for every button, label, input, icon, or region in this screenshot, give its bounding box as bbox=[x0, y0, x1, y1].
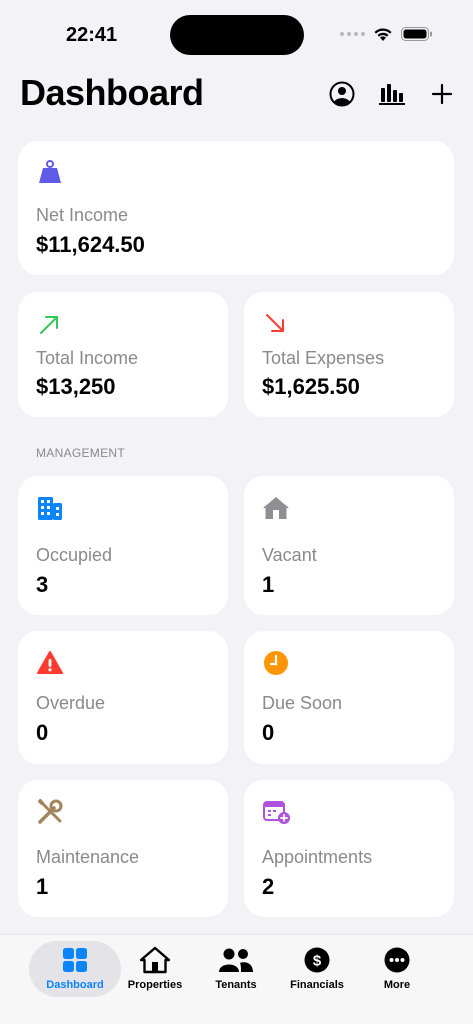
status-bar: 22:41 bbox=[0, 0, 473, 60]
tab-more[interactable]: More bbox=[352, 941, 442, 997]
arrow-down-right-icon bbox=[262, 310, 290, 338]
dollar-icon: $ bbox=[304, 945, 330, 975]
due-soon-label: Due Soon bbox=[262, 693, 343, 713]
tab-label: Properties bbox=[127, 979, 183, 991]
wifi-icon bbox=[374, 28, 392, 41]
tab-dashboard[interactable]: Dashboard bbox=[29, 941, 121, 997]
vacant-card[interactable]: Vacant 1 bbox=[244, 476, 454, 615]
total-expenses-card[interactable]: Total Expenses $1,625.50 bbox=[244, 292, 454, 417]
due-soon-card[interactable]: Due Soon 0 bbox=[244, 631, 454, 764]
appointments-label: Appointments bbox=[262, 847, 373, 867]
people-icon bbox=[218, 945, 254, 975]
tab-label: Financials bbox=[290, 979, 344, 991]
wrench-screwdriver-icon bbox=[36, 798, 64, 826]
tab-financials[interactable]: $ Financials bbox=[272, 941, 362, 997]
net-income-label: Net Income bbox=[36, 205, 129, 225]
occupied-value: 3 bbox=[36, 572, 49, 597]
ellipsis-icon bbox=[384, 945, 410, 975]
calendar-plus-icon bbox=[262, 798, 290, 826]
weight-icon bbox=[36, 159, 64, 187]
total-income-value: $13,250 bbox=[36, 374, 116, 399]
appointments-value: 2 bbox=[262, 874, 275, 899]
building-icon bbox=[36, 494, 64, 522]
page-title: Dashboard bbox=[20, 72, 204, 113]
net-income-value: $11,624.50 bbox=[36, 232, 145, 257]
cellular-signal-icon bbox=[340, 32, 365, 36]
vacant-value: 1 bbox=[262, 572, 275, 597]
battery-icon bbox=[401, 27, 432, 41]
overdue-card[interactable]: Overdue 0 bbox=[18, 631, 228, 764]
dynamic-island bbox=[170, 15, 304, 55]
vacant-label: Vacant bbox=[262, 545, 317, 565]
tab-label: Dashboard bbox=[46, 979, 104, 991]
status-time: 22:41 bbox=[66, 24, 118, 46]
tab-properties[interactable]: Properties bbox=[110, 941, 200, 997]
net-income-card[interactable]: Net Income $11,624.50 bbox=[18, 141, 454, 275]
appointments-card[interactable]: Appointments 2 bbox=[244, 780, 454, 917]
grid-icon bbox=[62, 945, 88, 975]
total-expenses-value: $1,625.50 bbox=[262, 374, 360, 399]
tab-bar: Dashboard Properties Tenants $ Financial… bbox=[0, 934, 473, 1024]
house-icon bbox=[262, 494, 290, 522]
bar-chart-icon bbox=[379, 84, 405, 105]
add-button[interactable] bbox=[428, 80, 456, 108]
tab-label: Tenants bbox=[215, 979, 257, 991]
management-section-header: MANAGEMENT bbox=[36, 446, 126, 460]
tab-tenants[interactable]: Tenants bbox=[191, 941, 281, 997]
house-icon bbox=[140, 945, 170, 975]
occupied-label: Occupied bbox=[36, 545, 113, 565]
total-income-card[interactable]: Total Income $13,250 bbox=[18, 292, 228, 417]
svg-text:$: $ bbox=[313, 953, 322, 970]
plus-icon bbox=[431, 83, 453, 105]
overdue-label: Overdue bbox=[36, 693, 106, 713]
chart-button[interactable] bbox=[378, 80, 406, 108]
warning-triangle-icon bbox=[36, 649, 64, 677]
total-expenses-label: Total Expenses bbox=[262, 348, 385, 368]
total-income-label: Total Income bbox=[36, 348, 139, 368]
profile-button[interactable] bbox=[328, 80, 356, 108]
occupied-card[interactable]: Occupied 3 bbox=[18, 476, 228, 615]
person-circle-icon bbox=[329, 81, 355, 107]
maintenance-value: 1 bbox=[36, 874, 49, 899]
clock-icon bbox=[262, 649, 290, 677]
status-indicators bbox=[340, 26, 433, 42]
arrow-up-right-icon bbox=[36, 310, 64, 338]
tab-label: More bbox=[383, 979, 411, 991]
overdue-value: 0 bbox=[36, 720, 49, 745]
maintenance-card[interactable]: Maintenance 1 bbox=[18, 780, 228, 917]
maintenance-label: Maintenance bbox=[36, 847, 140, 867]
due-soon-value: 0 bbox=[262, 720, 275, 745]
